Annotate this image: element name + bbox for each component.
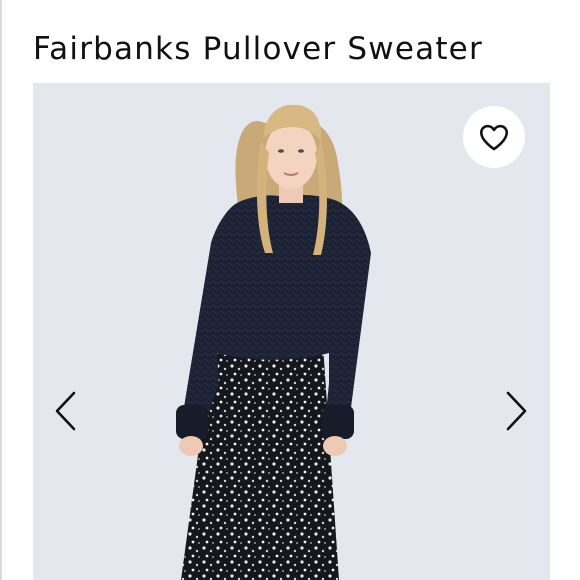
chevron-left-icon [55,391,76,431]
previous-image-button[interactable] [47,385,83,437]
product-image-gallery[interactable] [33,83,550,580]
next-image-button[interactable] [499,385,535,437]
wishlist-button[interactable] [463,106,525,168]
heart-outline-icon [479,124,509,151]
chevron-right-icon [506,391,527,431]
product-title: Fairbanks Pullover Sweater [33,30,483,67]
page-edge-divider [0,0,2,580]
